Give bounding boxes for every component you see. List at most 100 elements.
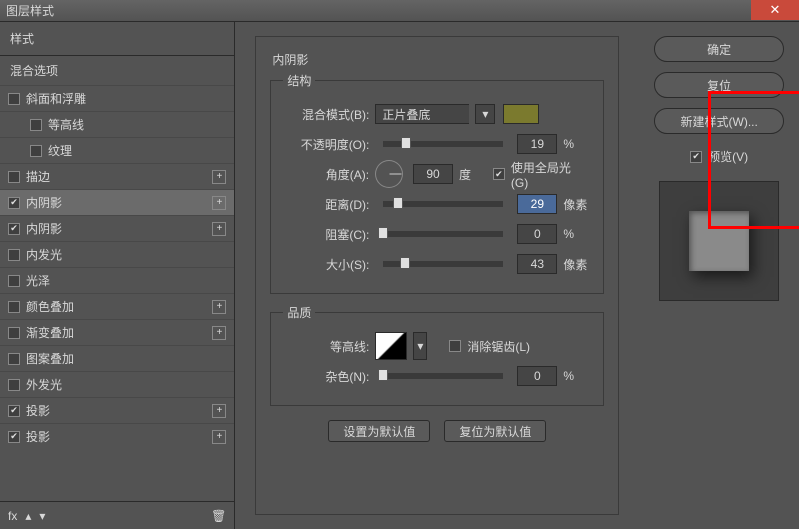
choke-input[interactable]: 0 (517, 224, 557, 244)
style-checkbox[interactable] (8, 249, 20, 261)
style-checkbox[interactable] (8, 223, 20, 235)
style-checkbox[interactable] (8, 171, 20, 183)
add-effect-icon[interactable]: + (212, 170, 226, 184)
noise-label: 杂色(N): (283, 368, 369, 385)
panel-title: 内阴影 (272, 51, 604, 68)
close-button[interactable]: ✕ (751, 0, 799, 20)
distance-slider[interactable] (383, 201, 503, 207)
blend-mode-select[interactable]: 正片叠底 (375, 104, 469, 124)
style-label: 内阴影 (26, 220, 62, 237)
style-checkbox[interactable] (8, 301, 20, 313)
style-checkbox[interactable] (8, 405, 20, 417)
ok-button[interactable]: 确定 (654, 36, 784, 62)
style-row[interactable]: 等高线 (0, 111, 234, 137)
noise-slider[interactable] (383, 373, 503, 379)
antialias-checkbox[interactable] (449, 340, 461, 352)
preview-box (659, 181, 779, 301)
style-label: 外发光 (26, 376, 62, 393)
style-row[interactable]: 描边+ (0, 163, 234, 189)
style-label: 等高线 (48, 116, 84, 133)
settings-panel: 内阴影 结构 混合模式(B): 正片叠底 ▾ 不透明度(O): 19 % 角度(… (235, 22, 639, 529)
blend-mode-label: 混合模式(B): (283, 106, 369, 123)
style-label: 内阴影 (26, 194, 62, 211)
style-checkbox[interactable] (8, 327, 20, 339)
noise-input[interactable]: 0 (517, 366, 557, 386)
preview-checkbox[interactable] (690, 151, 702, 163)
style-checkbox[interactable] (8, 93, 20, 105)
opacity-unit: % (563, 137, 591, 151)
style-label: 纹理 (48, 142, 72, 159)
add-effect-icon[interactable]: + (212, 300, 226, 314)
angle-input[interactable]: 90 (413, 164, 453, 184)
distance-input[interactable]: 29 (517, 194, 557, 214)
global-light-checkbox[interactable] (493, 168, 505, 180)
styles-sidebar: 样式 混合选项 斜面和浮雕等高线纹理描边+内阴影+内阴影+内发光光泽颜色叠加+渐… (0, 22, 235, 529)
opacity-slider[interactable] (383, 141, 503, 147)
set-default-button[interactable]: 设置为默认值 (328, 420, 430, 442)
add-effect-icon[interactable]: + (212, 404, 226, 418)
noise-row: 杂色(N): 0 % (283, 361, 591, 391)
reset-default-button[interactable]: 复位为默认值 (444, 420, 546, 442)
arrow-down-icon[interactable]: ▾ (39, 509, 45, 523)
distance-unit: 像素 (563, 196, 591, 213)
noise-unit: % (563, 369, 591, 383)
preview-label: 预览(V) (708, 148, 748, 165)
fx-label[interactable]: fx (8, 509, 17, 523)
style-row[interactable]: 渐变叠加 + (0, 319, 234, 345)
choke-row: 阻塞(C): 0 % (283, 219, 591, 249)
sidebar-header: 样式 (0, 22, 234, 56)
size-unit: 像素 (563, 256, 591, 273)
add-effect-icon[interactable]: + (212, 222, 226, 236)
chevron-down-icon[interactable]: ▾ (475, 104, 495, 124)
style-checkbox[interactable] (8, 379, 20, 391)
blend-options[interactable]: 混合选项 (0, 56, 234, 85)
default-buttons: 设置为默认值 复位为默认值 (270, 420, 604, 442)
style-row[interactable]: 图案叠加 (0, 345, 234, 371)
opacity-label: 不透明度(O): (283, 136, 369, 153)
add-effect-icon[interactable]: + (212, 326, 226, 340)
color-swatch[interactable] (503, 104, 539, 124)
style-row[interactable]: 内阴影 + (0, 189, 234, 215)
style-checkbox[interactable] (8, 431, 20, 443)
style-checkbox[interactable] (30, 119, 42, 131)
angle-dial[interactable] (375, 160, 403, 188)
contour-swatch[interactable] (375, 332, 407, 360)
style-row[interactable]: 纹理 (0, 137, 234, 163)
choke-slider[interactable] (383, 231, 503, 237)
style-row[interactable]: 外发光 (0, 371, 234, 397)
size-label: 大小(S): (283, 256, 369, 273)
style-checkbox[interactable] (8, 275, 20, 287)
antialias-label: 消除锯齿(L) (467, 338, 530, 355)
cancel-button[interactable]: 复位 (654, 72, 784, 98)
style-row[interactable]: 斜面和浮雕 (0, 85, 234, 111)
add-effect-icon[interactable]: + (212, 430, 226, 444)
style-row[interactable]: 投影+ (0, 423, 234, 449)
size-slider[interactable] (383, 261, 503, 267)
style-row[interactable]: 投影+ (0, 397, 234, 423)
style-label: 光泽 (26, 272, 50, 289)
style-row[interactable]: 光泽 (0, 267, 234, 293)
blend-mode-row: 混合模式(B): 正片叠底 ▾ (283, 99, 591, 129)
preview-swatch (689, 211, 749, 271)
opacity-input[interactable]: 19 (517, 134, 557, 154)
style-label: 渐变叠加 (26, 324, 74, 341)
style-row[interactable]: 内阴影 + (0, 215, 234, 241)
style-row[interactable]: 颜色叠加+ (0, 293, 234, 319)
contour-chevron-icon[interactable]: ▾ (413, 332, 427, 360)
style-row[interactable]: 内发光 (0, 241, 234, 267)
quality-group: 品质 等高线: ▾ 消除锯齿(L) 杂色(N): 0 % (270, 304, 604, 406)
style-checkbox[interactable] (8, 197, 20, 209)
style-label: 图案叠加 (26, 350, 74, 367)
size-input[interactable]: 43 (517, 254, 557, 274)
trash-icon[interactable]: 🗑 (211, 509, 226, 523)
distance-label: 距离(D): (283, 196, 369, 213)
new-style-button[interactable]: 新建样式(W)... (654, 108, 784, 134)
style-checkbox[interactable] (30, 145, 42, 157)
choke-label: 阻塞(C): (283, 226, 369, 243)
style-label: 斜面和浮雕 (26, 90, 86, 107)
arrow-up-icon[interactable]: ▴ (25, 509, 31, 523)
distance-row: 距离(D): 29 像素 (283, 189, 591, 219)
right-panel: 确定 复位 新建样式(W)... 预览(V) (639, 22, 799, 529)
add-effect-icon[interactable]: + (212, 196, 226, 210)
style-checkbox[interactable] (8, 353, 20, 365)
